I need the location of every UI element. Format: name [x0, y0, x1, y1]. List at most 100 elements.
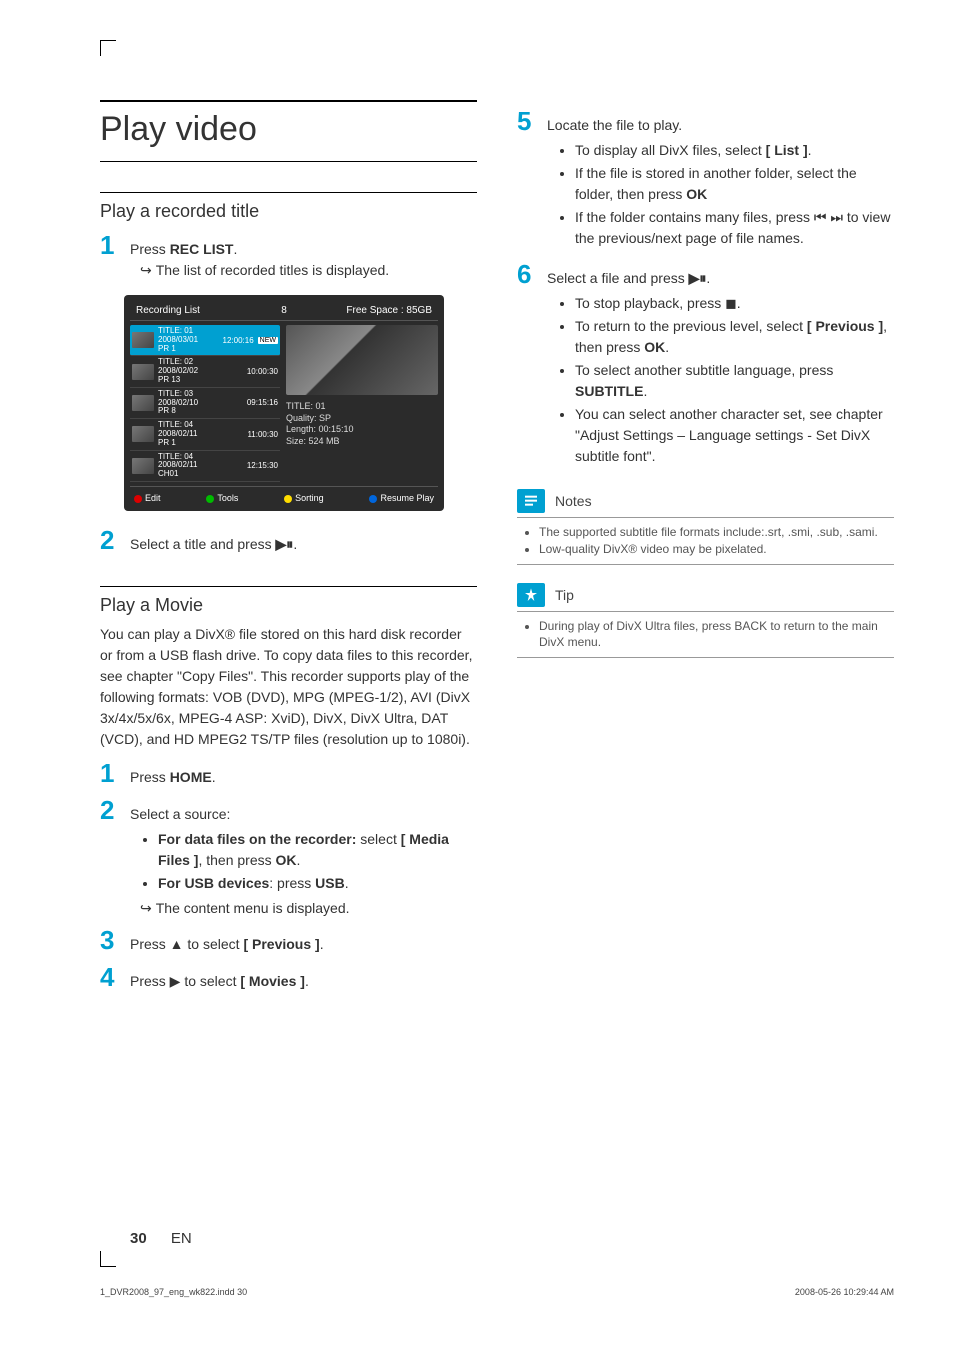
- step6-bullet-4: You can select another character set, se…: [575, 404, 894, 467]
- indd-filename: 1_DVR2008_97_eng_wk822.indd 30: [100, 1287, 247, 1297]
- step6-bullet-2: To return to the previous level, select …: [575, 316, 894, 358]
- step5-bullet-2: If the file is stored in another folder,…: [575, 163, 894, 205]
- recording-row[interactable]: TITLE: 01 2008/03/01 PR 1 12:00:16 NEW: [130, 325, 280, 356]
- m1-bold: HOME: [170, 769, 212, 785]
- recording-row[interactable]: TITLE: 02 2008/02/02 PR 13 10:00:30: [130, 356, 280, 387]
- tip-callout: Tip During play of DivX Ultra files, pre…: [517, 583, 894, 659]
- row-src: PR 1: [158, 439, 243, 448]
- print-footer: 1_DVR2008_97_eng_wk822.indd 30 2008-05-2…: [100, 1287, 894, 1297]
- m4-bold: [ Movies ]: [240, 973, 305, 989]
- ui-title: Recording List: [136, 305, 269, 316]
- step6-bullet-3: To select another subtitle language, pre…: [575, 360, 894, 402]
- step1-bold: REC LIST: [170, 241, 234, 257]
- recording-row[interactable]: TITLE: 03 2008/02/10 PR 8 09:15:16: [130, 388, 280, 419]
- play-pause-icon: ▶⏸: [689, 270, 707, 286]
- yellow-dot-icon: [284, 495, 292, 503]
- recording-row[interactable]: TITLE: 04 2008/02/11 PR 1 11:00:30: [130, 419, 280, 450]
- movie-step-4: 4 Press ▶ to select [ Movies ].: [100, 962, 477, 993]
- m1-prefix: Press: [130, 769, 170, 785]
- movie-step-2: 2 Select a source: For data files on the…: [100, 795, 477, 919]
- tip-icon: [517, 583, 545, 607]
- step-number: 5: [517, 106, 535, 137]
- m4-prefix: Press ▶ to select: [130, 973, 240, 989]
- notes-icon: [517, 489, 545, 513]
- ui-count: 8: [269, 305, 299, 316]
- row-time: 10:00:30: [247, 367, 278, 376]
- blue-dot-icon: [369, 495, 377, 503]
- step-number: 2: [100, 525, 118, 556]
- page-number: 30: [130, 1230, 147, 1247]
- recording-list-ui: Recording List 8 Free Space : 85GB TITLE…: [124, 295, 444, 511]
- recording-row[interactable]: TITLE: 04 2008/02/11 CH01 12:15:30: [130, 451, 280, 482]
- row-src: PR 13: [158, 376, 243, 385]
- step-number: 1: [100, 758, 118, 789]
- notes-item-1: The supported subtitle file formats incl…: [539, 524, 890, 541]
- crop-mark-top: [100, 40, 116, 56]
- row-src: PR 1: [158, 345, 219, 354]
- thumbnail-icon: [132, 395, 154, 411]
- info-title: TITLE: 01: [286, 401, 438, 413]
- page-title: Play video: [100, 100, 477, 162]
- m2-bullet-1: For data files on the recorder: select […: [158, 829, 477, 871]
- step2-text: Select a title and press: [130, 536, 276, 552]
- step-6: 6 Select a file and press ▶⏸. To stop pl…: [517, 259, 894, 471]
- tip-title: Tip: [555, 587, 574, 603]
- m1-suffix: .: [212, 769, 216, 785]
- footer-tools[interactable]: Tools: [206, 493, 238, 503]
- step5-text: Locate the file to play.: [547, 117, 682, 133]
- row-time: 11:00:30: [247, 430, 278, 439]
- print-timestamp: 2008-05-26 10:29:44 AM: [795, 1287, 894, 1297]
- step-number: 3: [100, 925, 118, 956]
- page-language: EN: [171, 1230, 192, 1247]
- crop-mark-bottom: [100, 1251, 116, 1267]
- tip-item-1: During play of DivX Ultra files, press B…: [539, 618, 890, 652]
- left-column: Play video Play a recorded title 1 Press…: [100, 100, 477, 999]
- m2-bullet-2: For USB devices: press USB.: [158, 873, 477, 894]
- footer-resume[interactable]: Resume Play: [369, 493, 434, 503]
- movie-paragraph: You can play a DivX® file stored on this…: [100, 624, 477, 750]
- step5-bullet-3: If the folder contains many files, press…: [575, 207, 894, 249]
- step1-result: The list of recorded titles is displayed…: [130, 260, 477, 281]
- row-time: 12:00:16: [223, 336, 254, 345]
- movie-step-1: 1 Press HOME.: [100, 758, 477, 789]
- step6-bullet-1: To stop playback, press ◼.: [575, 293, 894, 314]
- movie-step-3: 3 Press ▲ to select [ Previous ].: [100, 925, 477, 956]
- preview-thumbnail: [286, 325, 438, 395]
- step-5: 5 Locate the file to play. To display al…: [517, 106, 894, 253]
- right-column: 5 Locate the file to play. To display al…: [517, 100, 894, 999]
- page-footer: 30 EN: [130, 1230, 192, 1247]
- step-number: 1: [100, 230, 118, 261]
- info-quality: Quality: SP: [286, 413, 438, 425]
- step-number: 6: [517, 259, 535, 290]
- step1-suffix: .: [233, 241, 237, 257]
- step5-bullet-1: To display all DivX files, select [ List…: [575, 140, 894, 161]
- m3-prefix: Press ▲ to select: [130, 936, 243, 952]
- row-src: PR 8: [158, 407, 243, 416]
- step6-prefix: Select a file and press: [547, 270, 689, 286]
- info-size: Size: 524 MB: [286, 436, 438, 448]
- info-length: Length: 00:15:10: [286, 424, 438, 436]
- step1-prefix: Press: [130, 241, 170, 257]
- row-time: 12:15:30: [247, 461, 278, 470]
- section-play-recorded-title: Play a recorded title: [100, 192, 477, 222]
- m2-text: Select a source:: [130, 806, 230, 822]
- play-pause-icon: ▶⏸: [276, 536, 294, 552]
- footer-edit[interactable]: Edit: [134, 493, 161, 503]
- red-dot-icon: [134, 495, 142, 503]
- section-play-movie: Play a Movie: [100, 586, 477, 616]
- step-1: 1 Press REC LIST. The list of recorded t…: [100, 230, 477, 281]
- step-2: 2 Select a title and press ▶⏸.: [100, 525, 477, 556]
- thumbnail-icon: [132, 364, 154, 380]
- m3-suffix: .: [320, 936, 324, 952]
- row-src: CH01: [158, 470, 243, 479]
- m3-bold: [ Previous ]: [243, 936, 319, 952]
- notes-item-2: Low-quality DivX® video may be pixelated…: [539, 541, 890, 558]
- new-badge: NEW: [258, 337, 278, 344]
- notes-title: Notes: [555, 493, 592, 509]
- footer-sorting[interactable]: Sorting: [284, 493, 324, 503]
- thumbnail-icon: [132, 426, 154, 442]
- notes-callout: Notes The supported subtitle file format…: [517, 489, 894, 565]
- thumbnail-icon: [132, 332, 154, 348]
- ui-free-space: Free Space : 85GB: [299, 305, 432, 316]
- row-time: 09:15:16: [247, 398, 278, 407]
